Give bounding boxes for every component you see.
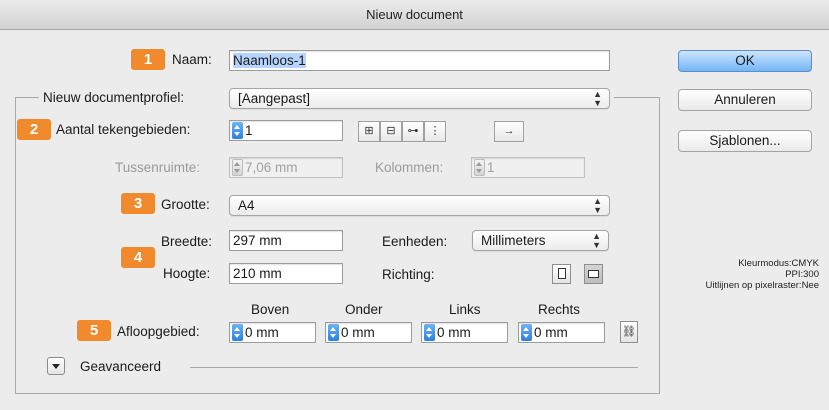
spacing-value: 7,06 mm — [245, 160, 298, 175]
artboards-input[interactable]: 1 — [229, 120, 343, 141]
group-border-top-right — [614, 97, 660, 98]
profile-select[interactable]: [Aangepast] ▲ ▼ — [229, 88, 610, 109]
spacing-label: Tussenruimte: — [115, 160, 201, 175]
size-label: Grootte: — [161, 197, 210, 212]
columns-label: Kolommen: — [375, 160, 444, 175]
color-mode-info: Kleurmodus:CMYK — [738, 258, 819, 269]
bleed-header-bottom: Onder — [345, 302, 383, 317]
columns-input: 1 — [471, 157, 585, 178]
orientation-label: Richting: — [382, 267, 435, 282]
bleed-header-top: Boven — [251, 302, 290, 317]
chevron-updown-icon: ▲ ▼ — [593, 89, 602, 108]
disclosure-triangle-icon[interactable] — [47, 357, 65, 375]
width-label: Breedte: — [161, 234, 213, 249]
columns-value: 1 — [487, 160, 495, 175]
window-title: Nieuw document — [0, 0, 829, 30]
profile-label: Nieuw documentprofiel: — [43, 90, 185, 105]
arrange-by-column-icon[interactable]: ⋮ — [424, 121, 446, 142]
bleed-bottom-input[interactable]: 0 mm — [325, 322, 412, 343]
grid-by-column-icon[interactable]: ⊟ — [380, 121, 402, 142]
chevron-updown-icon: ▲ ▼ — [593, 196, 602, 215]
pixel-grid-info: Uitlijnen op pixelraster:Nee — [705, 280, 819, 291]
advanced-label[interactable]: Geavanceerd — [80, 359, 161, 374]
arrange-by-row-icon[interactable]: ⊶ — [402, 121, 424, 142]
profile-value: [Aangepast] — [238, 91, 311, 106]
landscape-page-shape — [588, 270, 599, 278]
portrait-icon[interactable] — [552, 264, 571, 284]
step-badge-4: 4 — [121, 247, 155, 268]
group-border-bottom — [15, 393, 660, 394]
units-select[interactable]: Millimeters ▲ ▼ — [472, 230, 609, 251]
group-border-left — [15, 97, 16, 393]
bleed-header-right: Rechts — [538, 302, 581, 317]
bleed-left-input[interactable]: 0 mm — [421, 322, 508, 343]
link-icon[interactable]: ⛓ — [620, 321, 638, 343]
chevron-updown-icon: ▲ ▼ — [592, 231, 601, 250]
step-badge-1: 1 — [131, 49, 165, 70]
step-badge-2: 2 — [17, 119, 51, 140]
size-value: A4 — [238, 198, 255, 213]
width-input[interactable]: 297 mm — [229, 230, 343, 251]
artboards-stepper[interactable] — [232, 122, 243, 139]
height-label: Hoogte: — [163, 266, 211, 281]
spacing-stepper — [232, 159, 243, 176]
height-input[interactable]: 210 mm — [229, 263, 343, 284]
bleed-left-stepper[interactable] — [424, 324, 435, 341]
cancel-button[interactable]: Annuleren — [678, 89, 812, 111]
bleed-bottom-stepper[interactable] — [328, 324, 339, 341]
bleed-top-stepper[interactable] — [232, 324, 243, 341]
name-value: Naamloos-1 — [233, 53, 306, 68]
right-to-left-icon[interactable]: → — [494, 121, 524, 142]
portrait-page-shape — [558, 268, 566, 279]
bleed-right-stepper[interactable] — [521, 324, 532, 341]
bleed-top-value: 0 mm — [245, 325, 279, 340]
units-value: Millimeters — [481, 233, 546, 248]
bleed-right-input[interactable]: 0 mm — [518, 322, 605, 343]
templates-button[interactable]: Sjablonen... — [678, 130, 812, 152]
name-label: Naam: — [172, 52, 212, 67]
artboards-label: Aantal tekengebieden: — [56, 122, 191, 137]
ppi-info: PPI:300 — [785, 269, 819, 280]
name-input[interactable]: Naamloos-1 — [229, 50, 610, 71]
bleed-header-left: Links — [449, 302, 481, 317]
step-badge-5: 5 — [77, 320, 111, 341]
bleed-right-value: 0 mm — [534, 325, 568, 340]
spacing-input: 7,06 mm — [229, 157, 343, 178]
landscape-icon[interactable] — [584, 264, 603, 284]
bleed-top-input[interactable]: 0 mm — [229, 322, 316, 343]
advanced-divider — [190, 367, 638, 368]
bleed-label: Afloopgebied: — [117, 324, 200, 339]
group-border-right — [659, 97, 660, 393]
ok-button[interactable]: OK — [678, 50, 812, 72]
bleed-left-value: 0 mm — [437, 325, 471, 340]
height-value: 210 mm — [233, 266, 282, 281]
grid-by-row-icon[interactable]: ⊞ — [358, 121, 380, 142]
group-border-top-left — [15, 97, 39, 98]
columns-stepper — [474, 159, 485, 176]
width-value: 297 mm — [233, 233, 282, 248]
document-info: Kleurmodus:CMYK PPI:300 Uitlijnen op pix… — [705, 258, 819, 291]
step-badge-3: 3 — [121, 193, 155, 214]
bleed-bottom-value: 0 mm — [341, 325, 375, 340]
units-label: Eenheden: — [382, 234, 448, 249]
size-select[interactable]: A4 ▲ ▼ — [229, 195, 610, 216]
artboards-value: 1 — [245, 123, 253, 138]
